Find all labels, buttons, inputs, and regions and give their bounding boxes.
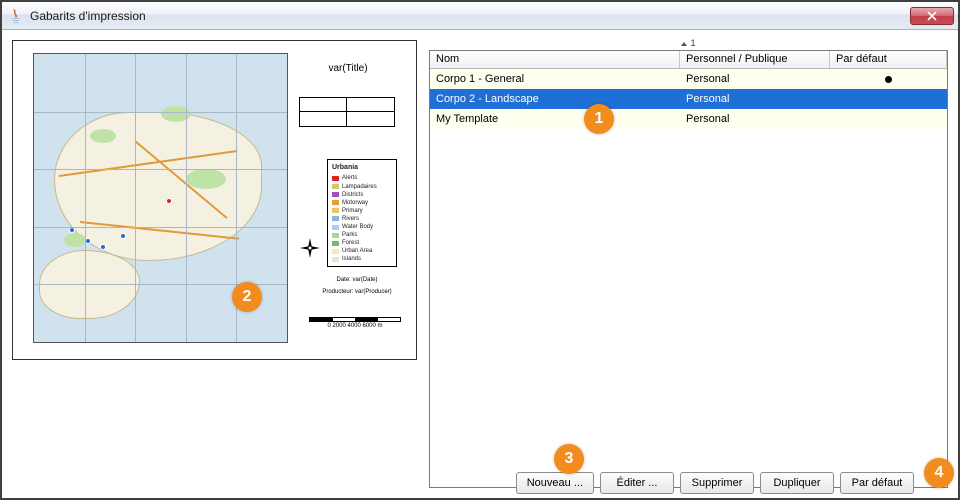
window-title: Gabarits d'impression [30, 9, 910, 23]
sort-asc-icon [681, 42, 687, 46]
legend-item: Primary [332, 207, 392, 215]
table-row[interactable]: Corpo 1 - GeneralPersonal [430, 69, 947, 89]
set-default-button[interactable]: Par défaut [840, 472, 914, 494]
action-buttons: Nouveau ... Éditer ... Supprimer Dupliqu… [516, 472, 914, 494]
preview-date-placeholder: Date: var(Date) [309, 277, 405, 283]
new-button[interactable]: Nouveau ... [516, 472, 594, 494]
table-row[interactable]: My TemplatePersonal [430, 109, 947, 129]
templates-table[interactable]: Nom Personnel / Publique Par défaut Corp… [429, 50, 948, 488]
window-close-button[interactable] [910, 7, 954, 25]
delete-button[interactable]: Supprimer [680, 472, 754, 494]
table-header: Nom Personnel / Publique Par défaut [430, 51, 947, 69]
legend-item: Water Body [332, 223, 392, 231]
cell-nom: Corpo 2 - Landscape [430, 93, 680, 105]
preview-title-placeholder: var(Title) [303, 63, 393, 74]
callout-badge-4: 4 [924, 458, 954, 488]
preview-producer-placeholder: Producteur: var(Producer) [309, 289, 405, 295]
callout-badge-1: 1 [584, 104, 614, 134]
legend-item: Urban Area [332, 247, 392, 255]
legend-item: Lampadaires [332, 183, 392, 191]
preview-legend: Urbania AlertsLampadairesDistrictsMotorw… [327, 159, 397, 267]
compass-icon [299, 237, 321, 259]
preview-attribute-table [299, 97, 395, 127]
col-header-nom[interactable]: Nom [430, 51, 680, 68]
cell-nom: Corpo 1 - General [430, 73, 680, 85]
client-area: var(Title) Urbania AlertsLampadairesDist… [2, 30, 958, 498]
window-titlebar: Gabarits d'impression [2, 2, 958, 30]
preview-scale-bar: 0 2000 4000 6000 m [309, 317, 401, 329]
cell-par-defaut [830, 76, 947, 83]
legend-item: Islands [332, 255, 392, 263]
legend-title: Urbania [332, 163, 392, 172]
edit-button[interactable]: Éditer ... [600, 472, 674, 494]
col-header-par-defaut[interactable]: Par défaut [830, 51, 947, 68]
legend-item: Alerts [332, 174, 392, 182]
legend-item: Rivers [332, 215, 392, 223]
java-icon [8, 8, 24, 24]
cell-personnel-publique: Personal [680, 73, 830, 85]
col-header-personnel-publique[interactable]: Personnel / Publique [680, 51, 830, 68]
cell-personnel-publique: Personal [680, 113, 830, 125]
legend-item: Forest [332, 239, 392, 247]
close-icon [927, 11, 937, 21]
default-dot-icon [885, 76, 892, 83]
page-indicator: 1 [429, 38, 948, 50]
cell-nom: My Template [430, 113, 680, 125]
templates-panel: 1 Nom Personnel / Publique Par défaut Co… [429, 38, 948, 488]
cell-personnel-publique: Personal [680, 93, 830, 105]
template-preview: var(Title) Urbania AlertsLampadairesDist… [12, 40, 417, 360]
callout-badge-3: 3 [554, 444, 584, 474]
callout-badge-2: 2 [232, 282, 262, 312]
legend-item: Districts [332, 191, 392, 199]
duplicate-button[interactable]: Dupliquer [760, 472, 834, 494]
legend-item: Parks [332, 231, 392, 239]
table-row[interactable]: Corpo 2 - LandscapePersonal [430, 89, 947, 109]
legend-item: Motorway [332, 199, 392, 207]
